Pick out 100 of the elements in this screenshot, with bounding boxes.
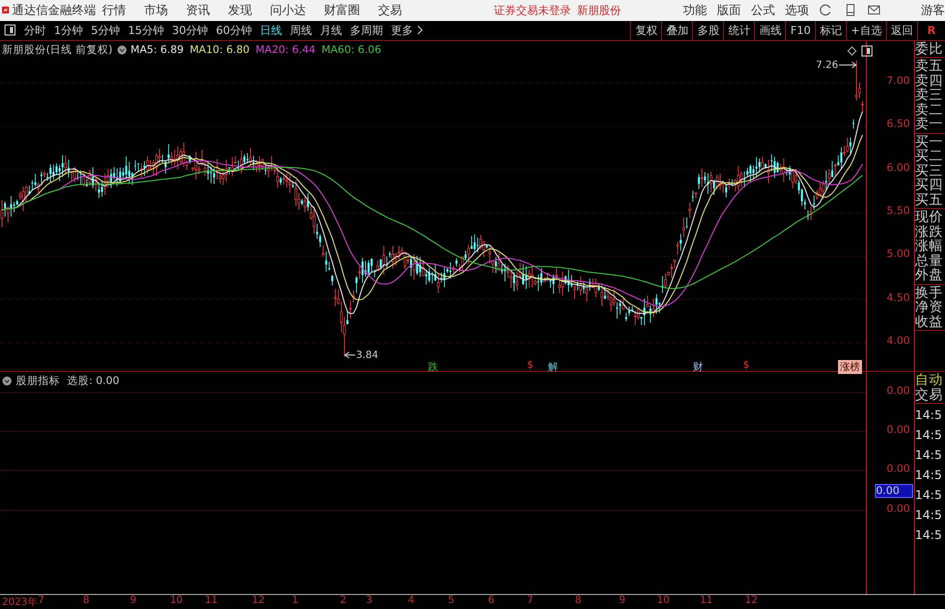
date-axis-label: 11	[700, 595, 713, 606]
toolbar-button[interactable]: F10	[785, 20, 815, 40]
stock-name: 新朋股份	[577, 2, 621, 18]
date-axis-label: 9	[619, 595, 626, 606]
toolbar-button[interactable]: 叠加	[661, 20, 692, 40]
period-tab[interactable]: 多周期	[346, 22, 387, 38]
quote-field-label: 涨跌	[915, 224, 944, 240]
more-button[interactable]: 更多	[387, 22, 417, 38]
trade-time: 14:5	[915, 428, 943, 442]
quote-field-label: 买三	[915, 164, 944, 178]
toolbar-button[interactable]: 画线	[754, 20, 786, 40]
diamond-icon[interactable]	[847, 46, 857, 56]
quote-field-label: 现价	[915, 210, 944, 225]
quote-field-label: 外盘	[915, 268, 944, 283]
quote-field-label: 卖三	[915, 88, 944, 103]
price-axis-label: 7.00	[886, 74, 910, 87]
date-axis-label: 2023年	[2, 596, 38, 609]
period-tab[interactable]: 5分钟	[87, 22, 124, 38]
menu-item[interactable]: 功能	[683, 2, 707, 19]
date-axis-label: 10	[170, 595, 183, 606]
period-tab[interactable]: 月线	[316, 22, 346, 38]
menu-item[interactable]: 交易	[378, 2, 402, 19]
event-marker[interactable]: 解	[548, 360, 558, 374]
toolbar-button[interactable]: 复权	[630, 20, 662, 40]
moving-average-legend: MA60: 6.06	[321, 44, 382, 56]
indicator-axis-label: 0.00	[886, 424, 910, 436]
mail-icon[interactable]	[867, 3, 881, 18]
event-marker[interactable]: $	[743, 360, 750, 371]
trade-time: 14:5	[915, 468, 943, 482]
price-axis-label: 5.50	[886, 204, 910, 217]
period-tab[interactable]: 60分钟	[212, 22, 256, 38]
date-axis-label: 7	[527, 595, 534, 606]
indicator-name[interactable]: 股朋指标	[16, 374, 60, 388]
moving-average-legend: MA10: 6.80	[190, 44, 250, 56]
quote-field-label: 总量	[915, 254, 944, 268]
login-status[interactable]: 证券交易未登录	[494, 2, 571, 18]
period-tab[interactable]: 1分钟	[50, 22, 87, 38]
indicator-axis-label: 0.00	[886, 503, 910, 516]
date-axis-label: 10	[657, 595, 670, 606]
menu-item[interactable]: 版面	[717, 2, 741, 19]
menu-item[interactable]: 财富圈	[324, 2, 360, 19]
event-badge[interactable]: 涨榜	[838, 360, 862, 374]
menu-item[interactable]: 行情	[102, 2, 126, 19]
menu-item[interactable]: 发现	[228, 2, 252, 19]
menu-item[interactable]: 问小达	[270, 2, 306, 19]
arrow-left-icon	[344, 351, 356, 360]
price-axis-label: 4.50	[886, 292, 910, 304]
period-tab[interactable]: 日线	[256, 22, 286, 38]
indicator-value: 选股: 0.00	[67, 374, 120, 388]
app-title: 通达信金融终端	[12, 2, 96, 19]
indicator-axis-label: 0.00	[886, 385, 910, 398]
trade-time: 14:5	[915, 488, 943, 502]
date-axis-label: 4	[408, 595, 414, 606]
trade-panel-label: 自动	[915, 373, 944, 388]
trade-time: 14:5	[915, 448, 943, 462]
dropdown-circle-icon[interactable]	[2, 376, 12, 386]
event-marker[interactable]: $	[527, 360, 534, 371]
quote-field-label: 卖一	[915, 117, 944, 132]
user-label[interactable]: 游客	[921, 2, 945, 19]
period-tab[interactable]: 周线	[286, 22, 316, 38]
event-marker[interactable]: 跌	[428, 360, 438, 374]
date-axis-label: 2	[340, 595, 346, 606]
date-axis-label: 6	[488, 595, 494, 606]
date-axis-label: 8	[575, 595, 582, 606]
chart-title: 新朋股份(日线 前复权)	[2, 42, 113, 57]
quote-field-label: 收益	[915, 314, 944, 330]
date-axis-label: 7	[38, 595, 44, 606]
period-tab[interactable]: 30分钟	[168, 22, 212, 38]
quote-field-label: 买一	[915, 134, 944, 150]
date-axis-label: 11	[205, 595, 218, 606]
toolbar-button[interactable]: +自选	[846, 20, 886, 40]
price-axis-label: 5.00	[886, 248, 910, 260]
toolbar-button[interactable]: 统计	[723, 20, 754, 40]
toolbar-button[interactable]: 多股	[692, 20, 724, 40]
date-axis-label: 3	[366, 595, 372, 606]
corner-label: R	[917, 20, 945, 40]
toolbar-button[interactable]: 返回	[886, 20, 917, 40]
quote-field-label: 买二	[915, 149, 944, 164]
quote-field-label: 净资	[915, 300, 944, 315]
quote-field-label: 卖四	[915, 74, 944, 88]
moving-average-legend: MA5: 6.89	[130, 44, 184, 56]
menu-item[interactable]: 选项	[785, 2, 809, 19]
panel-toggle-icon[interactable]	[4, 24, 16, 36]
quote-field-label: 换手	[915, 286, 944, 300]
menu-item[interactable]: 市场	[144, 2, 168, 19]
toolbar-button[interactable]: 标记	[814, 20, 846, 40]
period-tab[interactable]: 15分钟	[124, 22, 168, 38]
date-axis-label: 1	[292, 595, 298, 606]
panel-toggle-icon[interactable]	[861, 44, 873, 57]
trade-time: 14:5	[915, 508, 943, 522]
period-tab[interactable]: 分时	[20, 22, 50, 38]
indicator-axis-label: 0.00	[886, 463, 910, 476]
menu-item[interactable]: 资讯	[186, 2, 210, 19]
menu-item[interactable]: 公式	[751, 2, 775, 19]
quote-field-label: 卖二	[915, 102, 944, 118]
event-marker[interactable]: 财	[693, 360, 703, 374]
dropdown-circle-icon[interactable]	[116, 44, 127, 55]
refresh-icon[interactable]	[819, 3, 833, 18]
chevron-right-icon[interactable]	[417, 25, 423, 36]
low-price-label: 3.84	[356, 350, 378, 361]
